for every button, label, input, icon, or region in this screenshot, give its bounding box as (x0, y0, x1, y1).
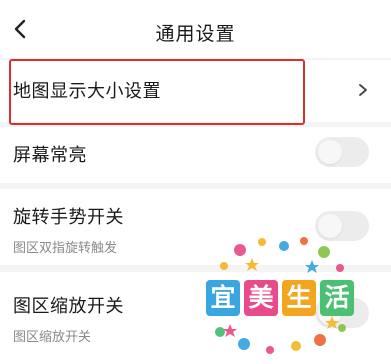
screen-always-on-toggle[interactable] (315, 137, 369, 167)
header-bar: 通用设置 (0, 0, 391, 58)
watermark-char: 活 (320, 280, 354, 316)
setting-row-label: 旋转手势开关 (13, 207, 124, 228)
highlight-box (9, 59, 305, 125)
setting-row-screen-always-on: 屏幕常亮 (0, 127, 391, 183)
chevron-right-icon (359, 84, 367, 96)
watermark-logo: 宜 美 生 活 (200, 232, 360, 360)
watermark-char: 生 (282, 280, 316, 316)
setting-row-sublabel: 图区双指旋转触发 (13, 241, 118, 256)
watermark-char: 宜 (206, 280, 240, 316)
setting-row-sublabel: 图区缩放开关 (13, 330, 92, 345)
page-title: 通用设置 (155, 23, 236, 45)
setting-row-label: 屏幕常亮 (13, 145, 87, 166)
setting-row-label: 图区缩放开关 (13, 296, 124, 317)
watermark-char: 美 (244, 280, 278, 316)
